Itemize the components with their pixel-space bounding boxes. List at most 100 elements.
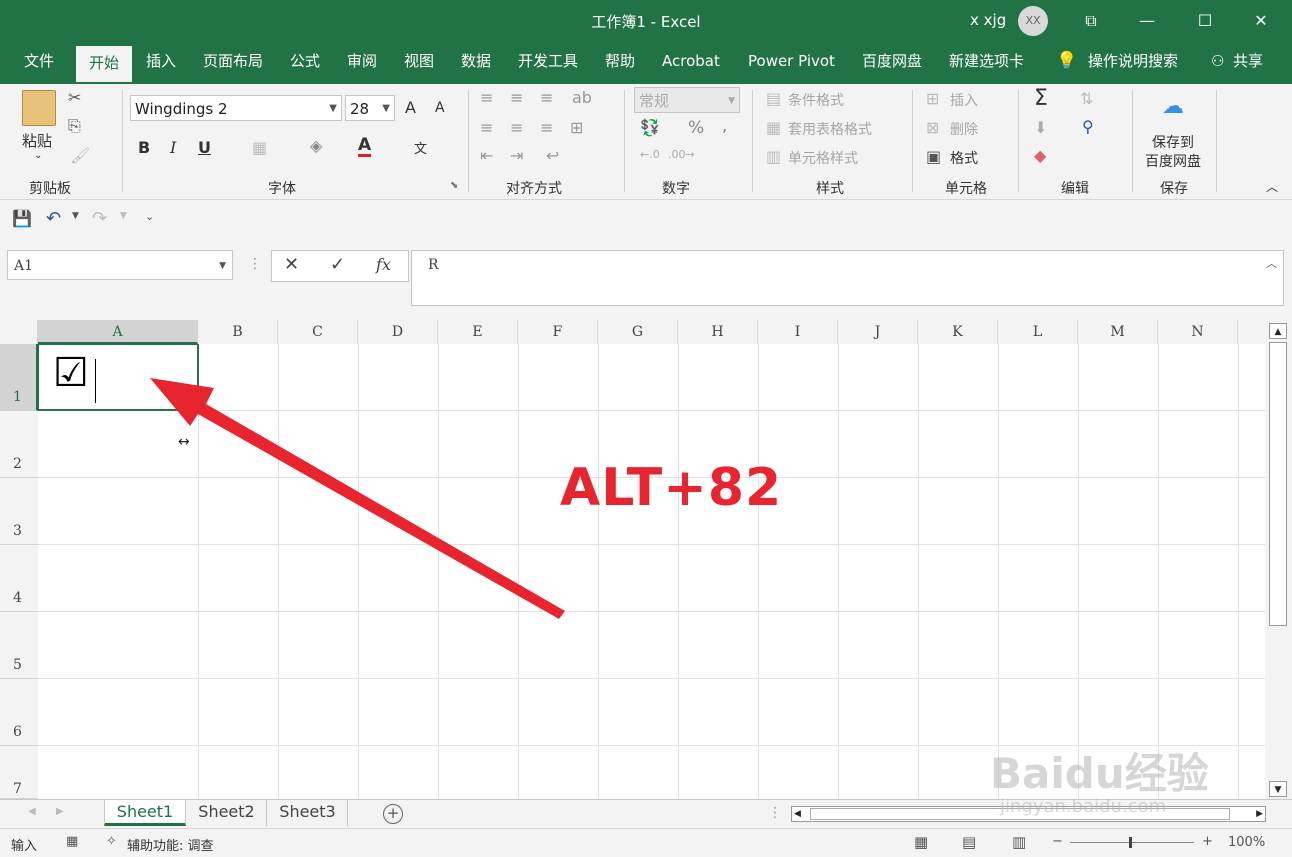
scroll-right-icon[interactable]: ▶ — [1256, 807, 1263, 821]
column-header-k[interactable]: K — [918, 320, 998, 344]
decrease-decimal-icon[interactable]: .00→ — [668, 148, 695, 161]
comma-button[interactable]: , — [722, 116, 727, 136]
currency-icon[interactable]: 💱 — [640, 118, 660, 137]
ribbon-display-options-icon[interactable]: ⧉ — [1078, 8, 1104, 34]
worksheet-grid[interactable]: ☑ ↔ — [38, 344, 1265, 799]
cancel-entry-button[interactable]: ✕ — [284, 254, 299, 275]
decrease-indent-icon[interactable]: ⇤ — [480, 146, 493, 165]
format-as-table-button[interactable]: 套用表格格式 — [788, 119, 872, 139]
zoom-level[interactable]: 100% — [1228, 835, 1265, 850]
clear-icon[interactable]: ◆ — [1034, 146, 1046, 165]
scroll-up-icon[interactable]: ▲ — [1269, 323, 1287, 339]
borders-icon[interactable]: ▦ — [252, 138, 267, 157]
tab-developer[interactable]: 开发工具 — [518, 42, 578, 82]
next-sheet-icon[interactable]: ▶ — [56, 806, 64, 817]
phonetic-guide-button[interactable]: 文 — [414, 138, 427, 157]
vertical-scrollbar[interactable]: ▲ ▼ — [1265, 320, 1292, 799]
row-header-7[interactable]: 7 — [0, 746, 38, 799]
prev-sheet-icon[interactable]: ◀ — [28, 806, 36, 817]
name-box[interactable]: A1 ▼ — [7, 250, 233, 280]
tab-split-grip-icon[interactable]: ⋮ — [768, 805, 782, 821]
scroll-thumb[interactable] — [1269, 342, 1287, 626]
insert-cells-button[interactable]: 插入 — [950, 90, 978, 110]
tab-page-layout[interactable]: 页面布局 — [203, 42, 263, 82]
column-header-m[interactable]: M — [1078, 320, 1158, 344]
row-header-6[interactable]: 6 — [0, 679, 38, 746]
tab-view[interactable]: 视图 — [404, 42, 434, 82]
row-header-4[interactable]: 4 — [0, 545, 38, 612]
save-to-cloud-line2[interactable]: 百度网盘 — [1145, 151, 1201, 171]
tab-home[interactable]: 开始 — [76, 46, 132, 82]
undo-icon[interactable]: ↶ — [46, 208, 61, 229]
page-layout-view-icon[interactable]: ▤ — [962, 833, 976, 851]
column-header-c[interactable]: C — [278, 320, 358, 344]
align-right-icon[interactable]: ≡ — [540, 118, 553, 137]
delete-cells-button[interactable]: 删除 — [950, 119, 978, 139]
row-header-1[interactable]: 1 — [0, 344, 38, 411]
tab-insert[interactable]: 插入 — [146, 42, 176, 82]
select-all-corner[interactable] — [0, 320, 38, 344]
align-bottom-icon[interactable]: ≡ — [540, 88, 553, 107]
minimize-button[interactable]: — — [1134, 8, 1160, 34]
bold-button[interactable]: B — [138, 138, 150, 157]
column-header-a[interactable]: A — [38, 320, 198, 344]
font-size-select[interactable]: 28 ▼ — [345, 95, 395, 121]
percent-button[interactable]: % — [688, 118, 704, 138]
tab-power-pivot[interactable]: Power Pivot — [748, 42, 835, 82]
column-header-h[interactable]: H — [678, 320, 758, 344]
column-header-g[interactable]: G — [598, 320, 678, 344]
sheet-tab-sheet1[interactable]: Sheet1 — [104, 800, 186, 826]
redo-icon[interactable]: ↷ — [92, 208, 107, 229]
formula-input[interactable]: R ︿ — [411, 250, 1284, 306]
collapse-ribbon-icon[interactable]: ︿ — [1266, 178, 1278, 195]
tab-file[interactable]: 文件 — [24, 42, 54, 82]
paste-icon[interactable] — [22, 90, 56, 126]
tab-data[interactable]: 数据 — [461, 42, 491, 82]
row-header-5[interactable]: 5 — [0, 612, 38, 679]
find-select-icon[interactable]: ⚲ — [1082, 117, 1094, 136]
font-color-button[interactable]: A — [358, 136, 372, 157]
format-cells-button[interactable]: 格式 — [950, 148, 978, 168]
fill-color-icon[interactable]: ◈ — [310, 136, 322, 155]
column-header-e[interactable]: E — [438, 320, 518, 344]
column-header-b[interactable]: B — [198, 320, 278, 344]
scroll-left-icon[interactable]: ◀ — [794, 807, 801, 821]
dialog-launcher-icon[interactable]: ⬊ — [450, 180, 458, 191]
column-header-l[interactable]: L — [998, 320, 1078, 344]
insert-function-button[interactable]: fx — [376, 255, 391, 274]
row-header-2[interactable]: 2 — [0, 411, 38, 478]
align-left-icon[interactable]: ≡ — [480, 118, 493, 137]
row-header-3[interactable]: 3 — [0, 478, 38, 545]
fill-icon[interactable]: ⬇ — [1034, 118, 1047, 137]
align-middle-icon[interactable]: ≡ — [510, 88, 523, 107]
tab-new[interactable]: 新建选项卡 — [949, 42, 1024, 82]
save-to-cloud-line1[interactable]: 保存到 — [1152, 132, 1194, 152]
cell-styles-button[interactable]: 单元格样式 — [788, 148, 858, 168]
close-button[interactable]: ✕ — [1248, 8, 1274, 34]
zoom-out-icon[interactable]: − — [1052, 834, 1063, 849]
font-name-select[interactable]: Wingdings 2 ▼ — [130, 95, 342, 121]
chevron-down-icon[interactable]: ▼ — [120, 211, 127, 221]
share-button[interactable]: 共享 — [1233, 42, 1263, 82]
paste-dropdown-icon[interactable]: ⌄ — [34, 150, 42, 161]
merge-center-icon[interactable]: ⊞ — [570, 118, 583, 137]
copy-icon[interactable]: ⎘ — [68, 116, 81, 136]
increase-decimal-icon[interactable]: ←.0 — [640, 148, 660, 161]
underline-button[interactable]: U — [198, 138, 211, 157]
maximize-button[interactable]: ☐ — [1192, 8, 1218, 34]
accessibility-status[interactable]: 辅助功能: 调查 — [127, 835, 214, 854]
expand-formula-bar-icon[interactable]: ︿ — [1266, 255, 1277, 271]
user-name[interactable]: x xjg — [970, 11, 1006, 29]
autosum-button[interactable]: Σ — [1034, 86, 1048, 111]
column-header-i[interactable]: I — [758, 320, 838, 344]
macro-record-icon[interactable]: ▦ — [66, 834, 78, 849]
align-center-icon[interactable]: ≡ — [510, 118, 523, 137]
sort-filter-icon[interactable]: ⇅ — [1080, 89, 1093, 108]
zoom-slider[interactable] — [1070, 842, 1194, 843]
column-header-n[interactable]: N — [1158, 320, 1238, 344]
zoom-slider-thumb[interactable] — [1129, 837, 1132, 848]
format-painter-icon[interactable]: 🖌 — [70, 146, 90, 165]
tab-help[interactable]: 帮助 — [605, 42, 635, 82]
tab-acrobat[interactable]: Acrobat — [662, 42, 720, 82]
confirm-entry-button[interactable]: ✓ — [330, 254, 345, 275]
